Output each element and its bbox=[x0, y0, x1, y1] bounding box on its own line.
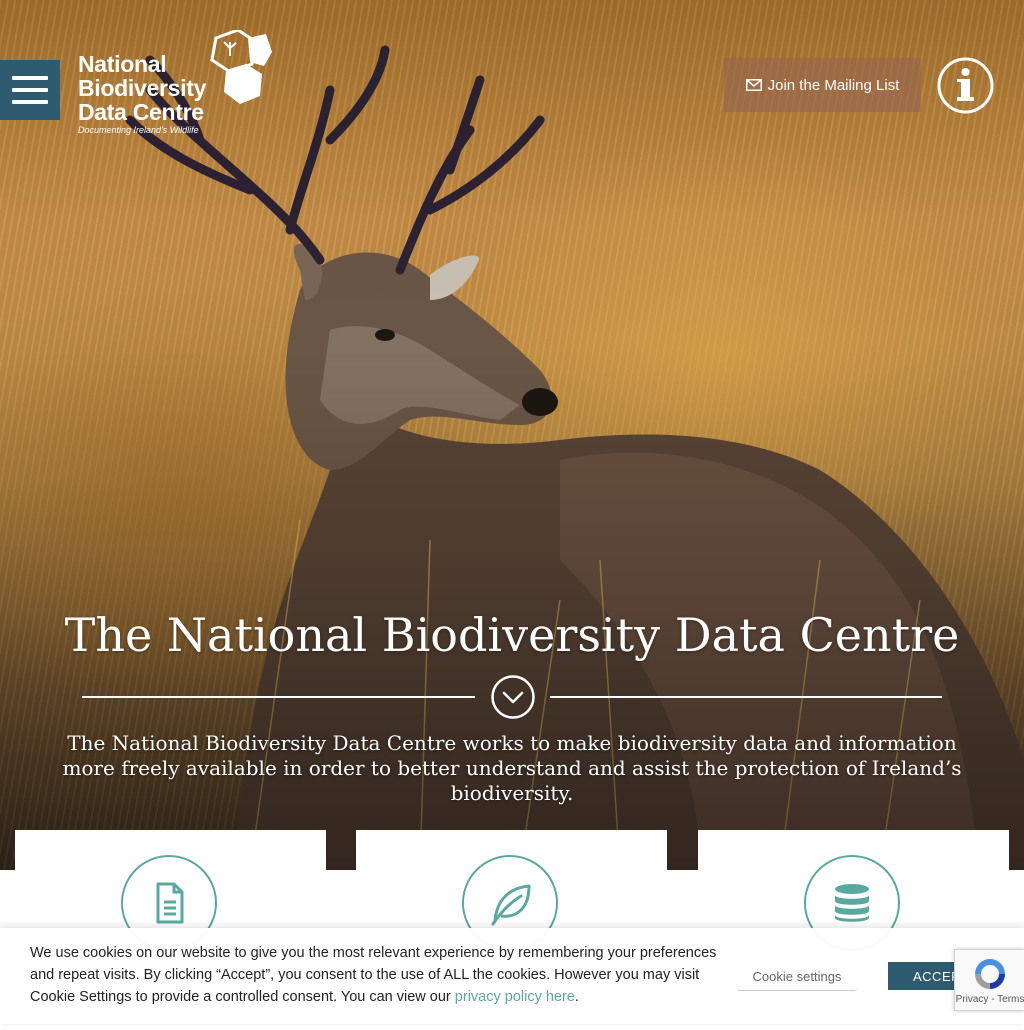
chevron-down-icon[interactable] bbox=[491, 675, 535, 719]
cookie-trailing: . bbox=[574, 989, 579, 1005]
envelope-icon bbox=[745, 79, 762, 91]
database-icon bbox=[835, 884, 869, 922]
privacy-policy-link[interactable]: privacy policy here bbox=[455, 989, 575, 1005]
cookie-text: We use cookies on our website to give yo… bbox=[30, 942, 720, 1008]
divider-left bbox=[82, 696, 475, 698]
join-mailing-list-button[interactable]: Join the Mailing List bbox=[724, 58, 921, 112]
logo-line-3: Data Centre bbox=[78, 99, 204, 125]
cookie-message: We use cookies on our website to give yo… bbox=[30, 945, 717, 1005]
logo-tagline: Documenting Ireland's Wildlife bbox=[78, 125, 199, 135]
hamburger-menu-icon[interactable] bbox=[0, 60, 60, 120]
cookie-banner: We use cookies on our website to give yo… bbox=[0, 928, 1024, 1024]
site-logo[interactable]: National Biodiversity Data Centre Docume… bbox=[78, 30, 272, 140]
leaf-icon bbox=[491, 884, 531, 926]
cookie-settings-button[interactable]: Cookie settings bbox=[737, 962, 857, 991]
document-icon bbox=[156, 882, 184, 924]
page-title: The National Biodiversity Data Centre bbox=[64, 608, 960, 662]
logo-line-2: Biodiversity bbox=[78, 75, 207, 101]
recaptcha-icon bbox=[975, 959, 1005, 989]
recaptcha-badge[interactable]: Privacy - Terms bbox=[954, 949, 1024, 1011]
hero-description: The National Biodiversity Data Centre wo… bbox=[62, 731, 962, 805]
recaptcha-links[interactable]: Privacy - Terms bbox=[955, 994, 1024, 1005]
divider-right bbox=[550, 696, 942, 698]
info-icon[interactable] bbox=[937, 57, 994, 114]
mailing-list-label: Join the Mailing List bbox=[767, 76, 900, 94]
logo-line-1: National bbox=[78, 51, 167, 77]
